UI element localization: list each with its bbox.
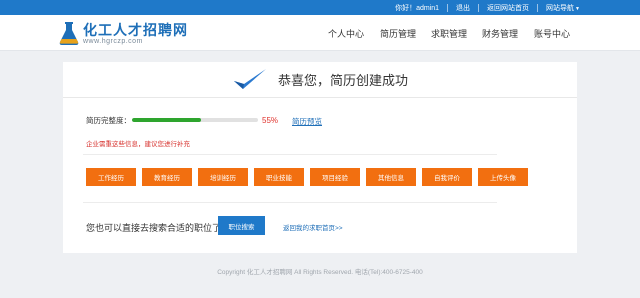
divider <box>83 202 497 203</box>
nav-personal-center[interactable]: 个人中心 <box>328 27 364 40</box>
back-to-home-link[interactable]: 返回我的求职首页>> <box>283 222 343 232</box>
completion-tip: 企业需重这些信息，建议您进行补充 <box>86 141 190 148</box>
footer-copyright: Copyright 化工人才招聘网 All Rights Reserved. 电… <box>217 269 423 276</box>
completeness-progress-bar <box>132 118 258 122</box>
nav-resume-management[interactable]: 简历管理 <box>380 27 416 40</box>
work-experience-button[interactable]: 工作经历 <box>86 168 136 186</box>
chevron-down-icon: ▼ <box>575 5 580 12</box>
site-home-link[interactable]: 返回网站首页 <box>487 3 529 13</box>
resume-preview-link[interactable]: 简历预览 <box>292 116 322 127</box>
projects-button[interactable]: 项目经验 <box>310 168 360 186</box>
user-greeting-link[interactable]: 你好！admin1 <box>395 3 439 13</box>
logo-text: 化工人才招聘网 www.hgrczp.com <box>83 23 188 46</box>
separator <box>537 3 539 12</box>
logo-title: 化工人才招聘网 <box>83 21 188 38</box>
completeness-label: 简历完整度： <box>86 116 131 125</box>
self-evaluation-button[interactable]: 自我评价 <box>422 168 472 186</box>
main-card: 恭喜您，简历创建成功 简历完整度： 55% 简历预览 企业需重这些信息，建议您进… <box>63 62 577 253</box>
progress-fill <box>132 118 202 122</box>
logo-url: www.hgrczp.com <box>83 37 143 45</box>
site-logo[interactable]: 化工人才招聘网 www.hgrczp.com <box>58 21 188 47</box>
job-search-button[interactable]: 职位搜索 <box>218 216 265 235</box>
training-button[interactable]: 培训经历 <box>198 168 248 186</box>
nav-job-management[interactable]: 求职管理 <box>431 27 467 40</box>
top-links: 你好！admin1 退出 返回网站首页 网站导航▼ <box>395 0 580 15</box>
education-button[interactable]: 教育经历 <box>142 168 192 186</box>
top-bar: 你好！admin1 退出 返回网站首页 网站导航▼ <box>0 0 640 15</box>
logout-link[interactable]: 退出 <box>456 3 470 13</box>
resume-section-buttons: 工作经历 教育经历 培训经历 职业技能 项目经验 其他信息 自我评价 上传头像 <box>63 168 577 186</box>
success-title: 恭喜您，简历创建成功 <box>277 73 408 88</box>
nav-finance-management[interactable]: 财务管理 <box>482 27 518 40</box>
divider <box>83 154 497 155</box>
nav-account-center[interactable]: 账号中心 <box>534 27 570 40</box>
flask-icon <box>59 22 79 45</box>
separator <box>447 3 449 12</box>
site-nav-label: 网站导航 <box>546 4 575 12</box>
checkmark-icon <box>233 68 266 89</box>
site-nav-dropdown[interactable]: 网站导航▼ <box>546 3 580 13</box>
upload-avatar-button[interactable]: 上传头像 <box>478 168 528 186</box>
header: 化工人才招聘网 www.hgrczp.com 个人中心 简历管理 求职管理 财务… <box>0 15 640 51</box>
other-info-button[interactable]: 其他信息 <box>366 168 416 186</box>
completeness-percent: 55% <box>262 116 279 125</box>
separator <box>478 3 480 12</box>
success-banner: 恭喜您，简历创建成功 <box>63 62 577 98</box>
search-prompt: 您也可以直接去搜索合适的职位了 <box>86 223 222 233</box>
skills-button[interactable]: 职业技能 <box>254 168 304 186</box>
